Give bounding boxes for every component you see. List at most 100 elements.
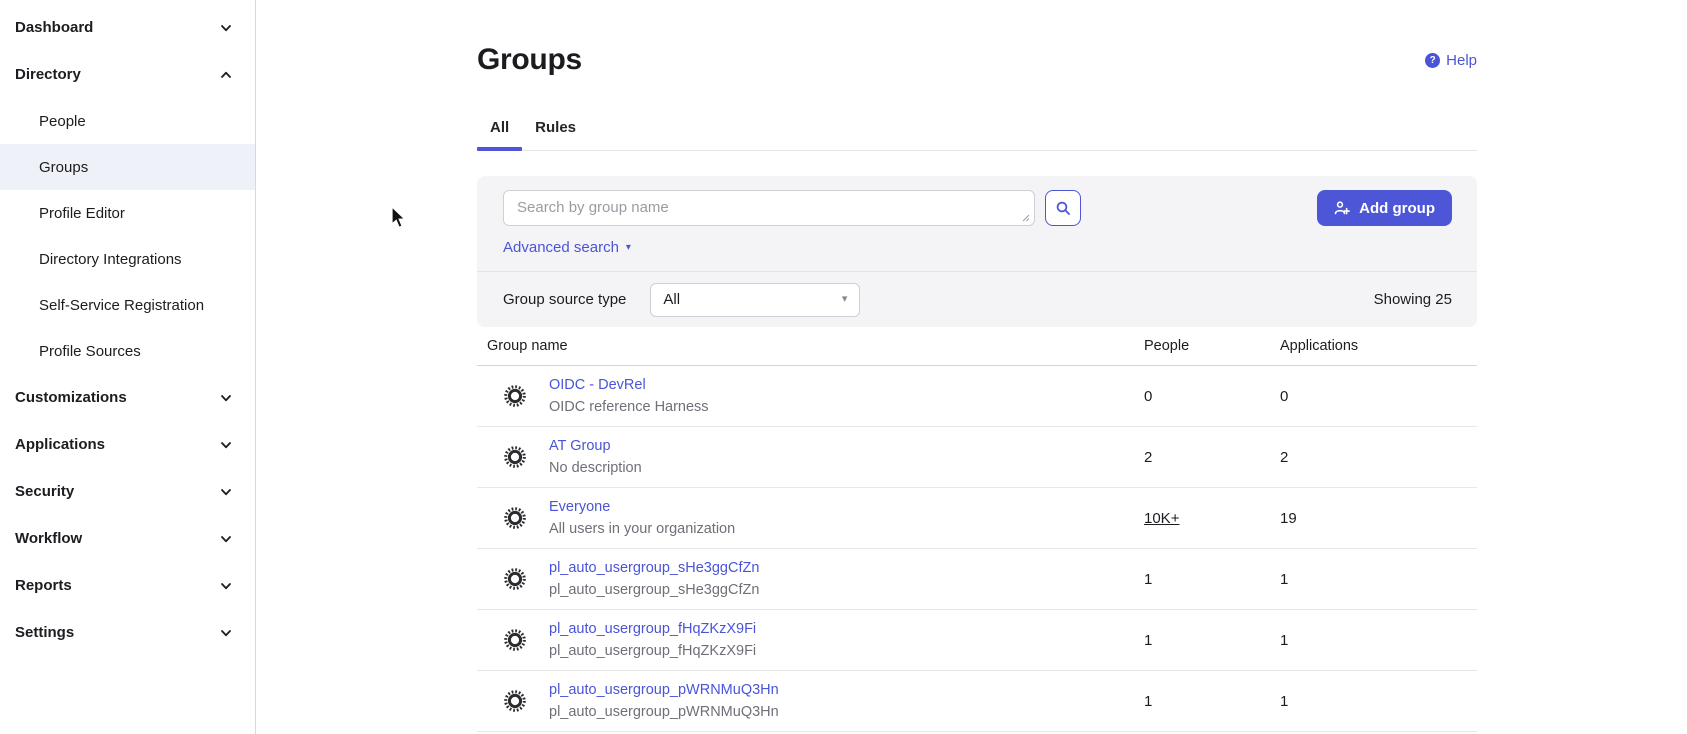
help-icon: ? (1425, 53, 1440, 68)
sidebar-item-label: Security (15, 483, 74, 500)
sidebar-item-directory-integrations[interactable]: Directory Integrations (0, 236, 255, 282)
chevron-up-icon (219, 68, 233, 82)
chevron-down-icon (219, 579, 233, 593)
sidebar-item-workflow[interactable]: Workflow (0, 515, 255, 562)
sidebar-item-label: Settings (15, 624, 74, 641)
main-content: Groups ? Help All Rules Add group (477, 0, 1477, 732)
chevron-down-icon (219, 438, 233, 452)
applications-count: 1 (1280, 571, 1477, 588)
sidebar-item-profile-editor[interactable]: Profile Editor (0, 190, 255, 236)
help-label: Help (1446, 52, 1477, 69)
sidebar-item-people[interactable]: People (0, 98, 255, 144)
add-group-label: Add group (1359, 200, 1435, 217)
people-count: 0 (1144, 388, 1280, 405)
advanced-search-label: Advanced search (503, 239, 619, 256)
applications-count: 1 (1280, 632, 1477, 649)
chevron-down-icon (219, 485, 233, 499)
sidebar-item-settings[interactable]: Settings (0, 609, 255, 656)
chevron-down-icon (219, 532, 233, 546)
group-icon (503, 567, 527, 591)
group-name-link[interactable]: Everyone (549, 499, 735, 515)
search-button[interactable] (1045, 190, 1081, 226)
column-header-people: People (1144, 338, 1280, 354)
applications-count: 0 (1280, 388, 1477, 405)
group-icon (503, 628, 527, 652)
sidebar-item-dashboard[interactable]: Dashboard (0, 4, 255, 51)
group-description: pl_auto_usergroup_fHqZKzX9Fi (549, 643, 756, 659)
group-source-type-select[interactable]: All ▾ (650, 283, 860, 317)
showing-count: Showing 25 (1374, 291, 1452, 308)
controls-panel: Add group Advanced search ▾ Group source… (477, 176, 1477, 327)
mouse-cursor (390, 206, 408, 230)
search-input[interactable] (504, 191, 1034, 225)
groups-table: Group name People Applications OIDC - De… (477, 327, 1477, 732)
sidebar-item-groups[interactable]: Groups (0, 144, 255, 190)
sidebar-item-label: Directory Integrations (39, 251, 182, 268)
table-row: Everyone All users in your organization … (477, 488, 1477, 549)
sidebar-item-label: Self-Service Registration (39, 297, 204, 314)
sidebar-item-self-service-registration[interactable]: Self-Service Registration (0, 282, 255, 328)
group-description: pl_auto_usergroup_pWRNMuQ3Hn (549, 704, 779, 720)
sidebar-item-label: People (39, 113, 86, 130)
group-icon (503, 445, 527, 469)
column-header-group-name: Group name (477, 338, 1144, 354)
people-count: 2 (1144, 449, 1280, 466)
sidebar-item-label: Directory (15, 66, 81, 83)
group-description: No description (549, 460, 642, 476)
sidebar-item-security[interactable]: Security (0, 468, 255, 515)
people-count: 1 (1144, 571, 1280, 588)
group-icon (503, 384, 527, 408)
group-source-type-label: Group source type (503, 291, 626, 308)
caret-down-icon: ▾ (626, 243, 631, 253)
group-name-link[interactable]: pl_auto_usergroup_pWRNMuQ3Hn (549, 682, 779, 698)
table-row: OIDC - DevRel OIDC reference Harness 0 0 (477, 366, 1477, 427)
sidebar-item-label: Profile Sources (39, 343, 141, 360)
chevron-down-icon (219, 21, 233, 35)
sidebar-item-profile-sources[interactable]: Profile Sources (0, 328, 255, 374)
sidebar-item-label: Customizations (15, 389, 127, 406)
add-group-button[interactable]: Add group (1317, 190, 1452, 226)
people-count: 1 (1144, 632, 1280, 649)
applications-count: 19 (1280, 510, 1477, 527)
sidebar-item-label: Applications (15, 436, 105, 453)
sidebar: Dashboard Directory People Groups Profil… (0, 0, 256, 734)
tab-all[interactable]: All (477, 110, 522, 150)
sidebar-item-directory[interactable]: Directory (0, 51, 255, 98)
search-icon (1055, 200, 1071, 216)
tab-bar: All Rules (477, 110, 1477, 151)
group-description: All users in your organization (549, 521, 735, 537)
add-user-icon (1334, 200, 1350, 216)
selected-option: All (663, 291, 680, 308)
table-row: pl_auto_usergroup_pWRNMuQ3Hn pl_auto_use… (477, 671, 1477, 732)
table-header: Group name People Applications (477, 327, 1477, 366)
help-link[interactable]: ? Help (1425, 52, 1477, 69)
group-name-link[interactable]: pl_auto_usergroup_sHe3ggCfZn (549, 560, 759, 576)
group-name-link[interactable]: OIDC - DevRel (549, 377, 709, 393)
table-row: AT Group No description 2 2 (477, 427, 1477, 488)
chevron-down-icon (219, 391, 233, 405)
tab-rules[interactable]: Rules (522, 110, 589, 150)
sidebar-item-customizations[interactable]: Customizations (0, 374, 255, 421)
sidebar-item-label: Dashboard (15, 19, 93, 36)
group-name-link[interactable]: pl_auto_usergroup_fHqZKzX9Fi (549, 621, 756, 637)
group-description: OIDC reference Harness (549, 399, 709, 415)
people-count-link[interactable]: 10K+ (1144, 510, 1280, 527)
sidebar-item-label: Reports (15, 577, 72, 594)
sidebar-item-applications[interactable]: Applications (0, 421, 255, 468)
advanced-search-link[interactable]: Advanced search ▾ (503, 239, 631, 256)
column-header-applications: Applications (1280, 338, 1477, 354)
sidebar-item-label: Workflow (15, 530, 82, 547)
table-row: pl_auto_usergroup_fHqZKzX9Fi pl_auto_use… (477, 610, 1477, 671)
sidebar-item-reports[interactable]: Reports (0, 562, 255, 609)
caret-down-icon: ▾ (842, 294, 848, 305)
page-title: Groups (477, 42, 582, 78)
applications-count: 1 (1280, 693, 1477, 710)
search-input-wrap (503, 190, 1035, 226)
people-count: 1 (1144, 693, 1280, 710)
group-name-link[interactable]: AT Group (549, 438, 642, 454)
group-description: pl_auto_usergroup_sHe3ggCfZn (549, 582, 759, 598)
chevron-down-icon (219, 626, 233, 640)
sidebar-item-label: Profile Editor (39, 205, 125, 222)
applications-count: 2 (1280, 449, 1477, 466)
group-icon (503, 506, 527, 530)
